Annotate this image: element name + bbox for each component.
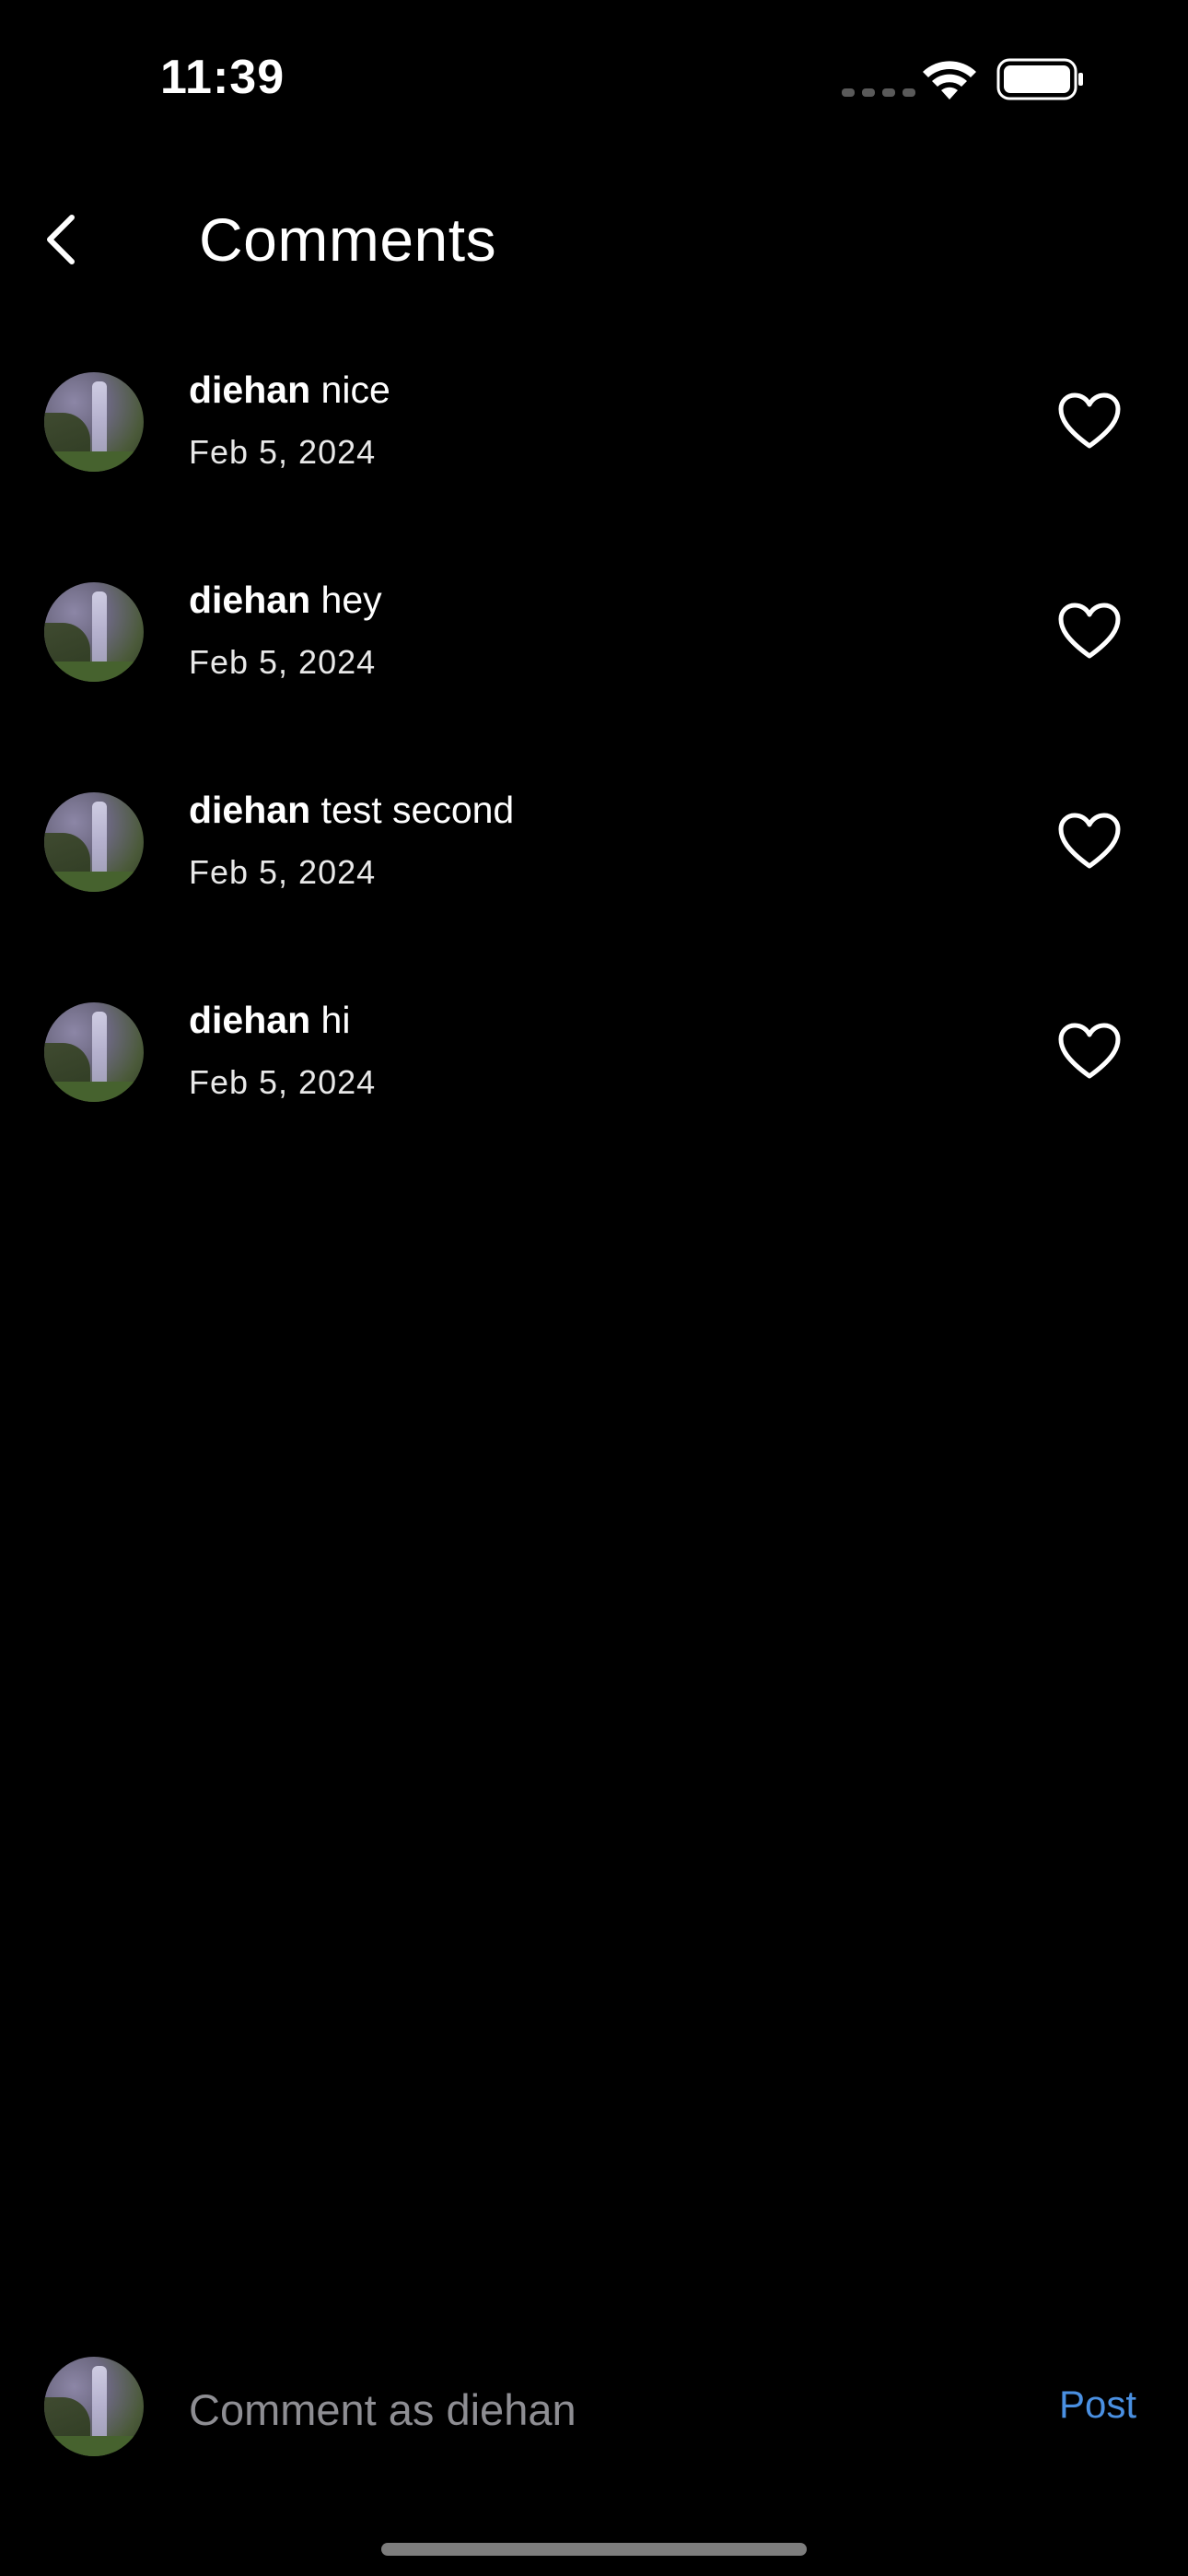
comment-text: diehan test second	[189, 789, 514, 832]
comment-username[interactable]: diehan	[189, 369, 310, 411]
battery-icon	[996, 58, 1083, 100]
comment-body: hi	[320, 999, 351, 1041]
home-indicator[interactable]	[381, 2543, 807, 2556]
comment-date: Feb 5, 2024	[189, 853, 377, 891]
comment-body: hey	[320, 579, 382, 621]
comment-date: Feb 5, 2024	[189, 1063, 377, 1101]
avatar[interactable]	[44, 372, 144, 472]
heart-outline-icon[interactable]	[1057, 603, 1122, 662]
comment-item: diehan nice Feb 5, 2024	[0, 369, 1188, 516]
signal-dots-icon	[842, 88, 915, 97]
avatar[interactable]	[44, 1002, 144, 1102]
comments-screen: 11:39 Comments diehan nice Feb 5, 2024 d	[0, 0, 1188, 2576]
comment-text: diehan nice	[189, 369, 390, 412]
page-title: Comments	[199, 205, 497, 274]
comment-username[interactable]: diehan	[189, 999, 310, 1041]
avatar[interactable]	[44, 792, 144, 892]
comment-text: diehan hi	[189, 999, 350, 1042]
comment-input[interactable]	[189, 2379, 1018, 2440]
heart-outline-icon[interactable]	[1057, 813, 1122, 872]
heart-outline-icon[interactable]	[1057, 1023, 1122, 1082]
comment-item: diehan test second Feb 5, 2024	[0, 789, 1188, 936]
comment-item: diehan hi Feb 5, 2024	[0, 999, 1188, 1146]
comment-body: nice	[320, 369, 390, 411]
avatar[interactable]	[44, 582, 144, 682]
comment-username[interactable]: diehan	[189, 579, 310, 621]
post-button[interactable]: Post	[1059, 2383, 1136, 2427]
back-button[interactable]	[31, 205, 90, 275]
comment-date: Feb 5, 2024	[189, 643, 377, 681]
comment-text: diehan hey	[189, 579, 382, 622]
heart-outline-icon[interactable]	[1057, 392, 1122, 451]
wifi-icon	[923, 61, 976, 100]
composer-avatar	[44, 2357, 144, 2456]
chevron-left-icon	[47, 215, 75, 264]
comment-username[interactable]: diehan	[189, 789, 310, 831]
comment-body: test second	[320, 789, 515, 831]
status-time: 11:39	[160, 51, 285, 104]
comment-item: diehan hey Feb 5, 2024	[0, 579, 1188, 726]
comment-date: Feb 5, 2024	[189, 433, 377, 471]
